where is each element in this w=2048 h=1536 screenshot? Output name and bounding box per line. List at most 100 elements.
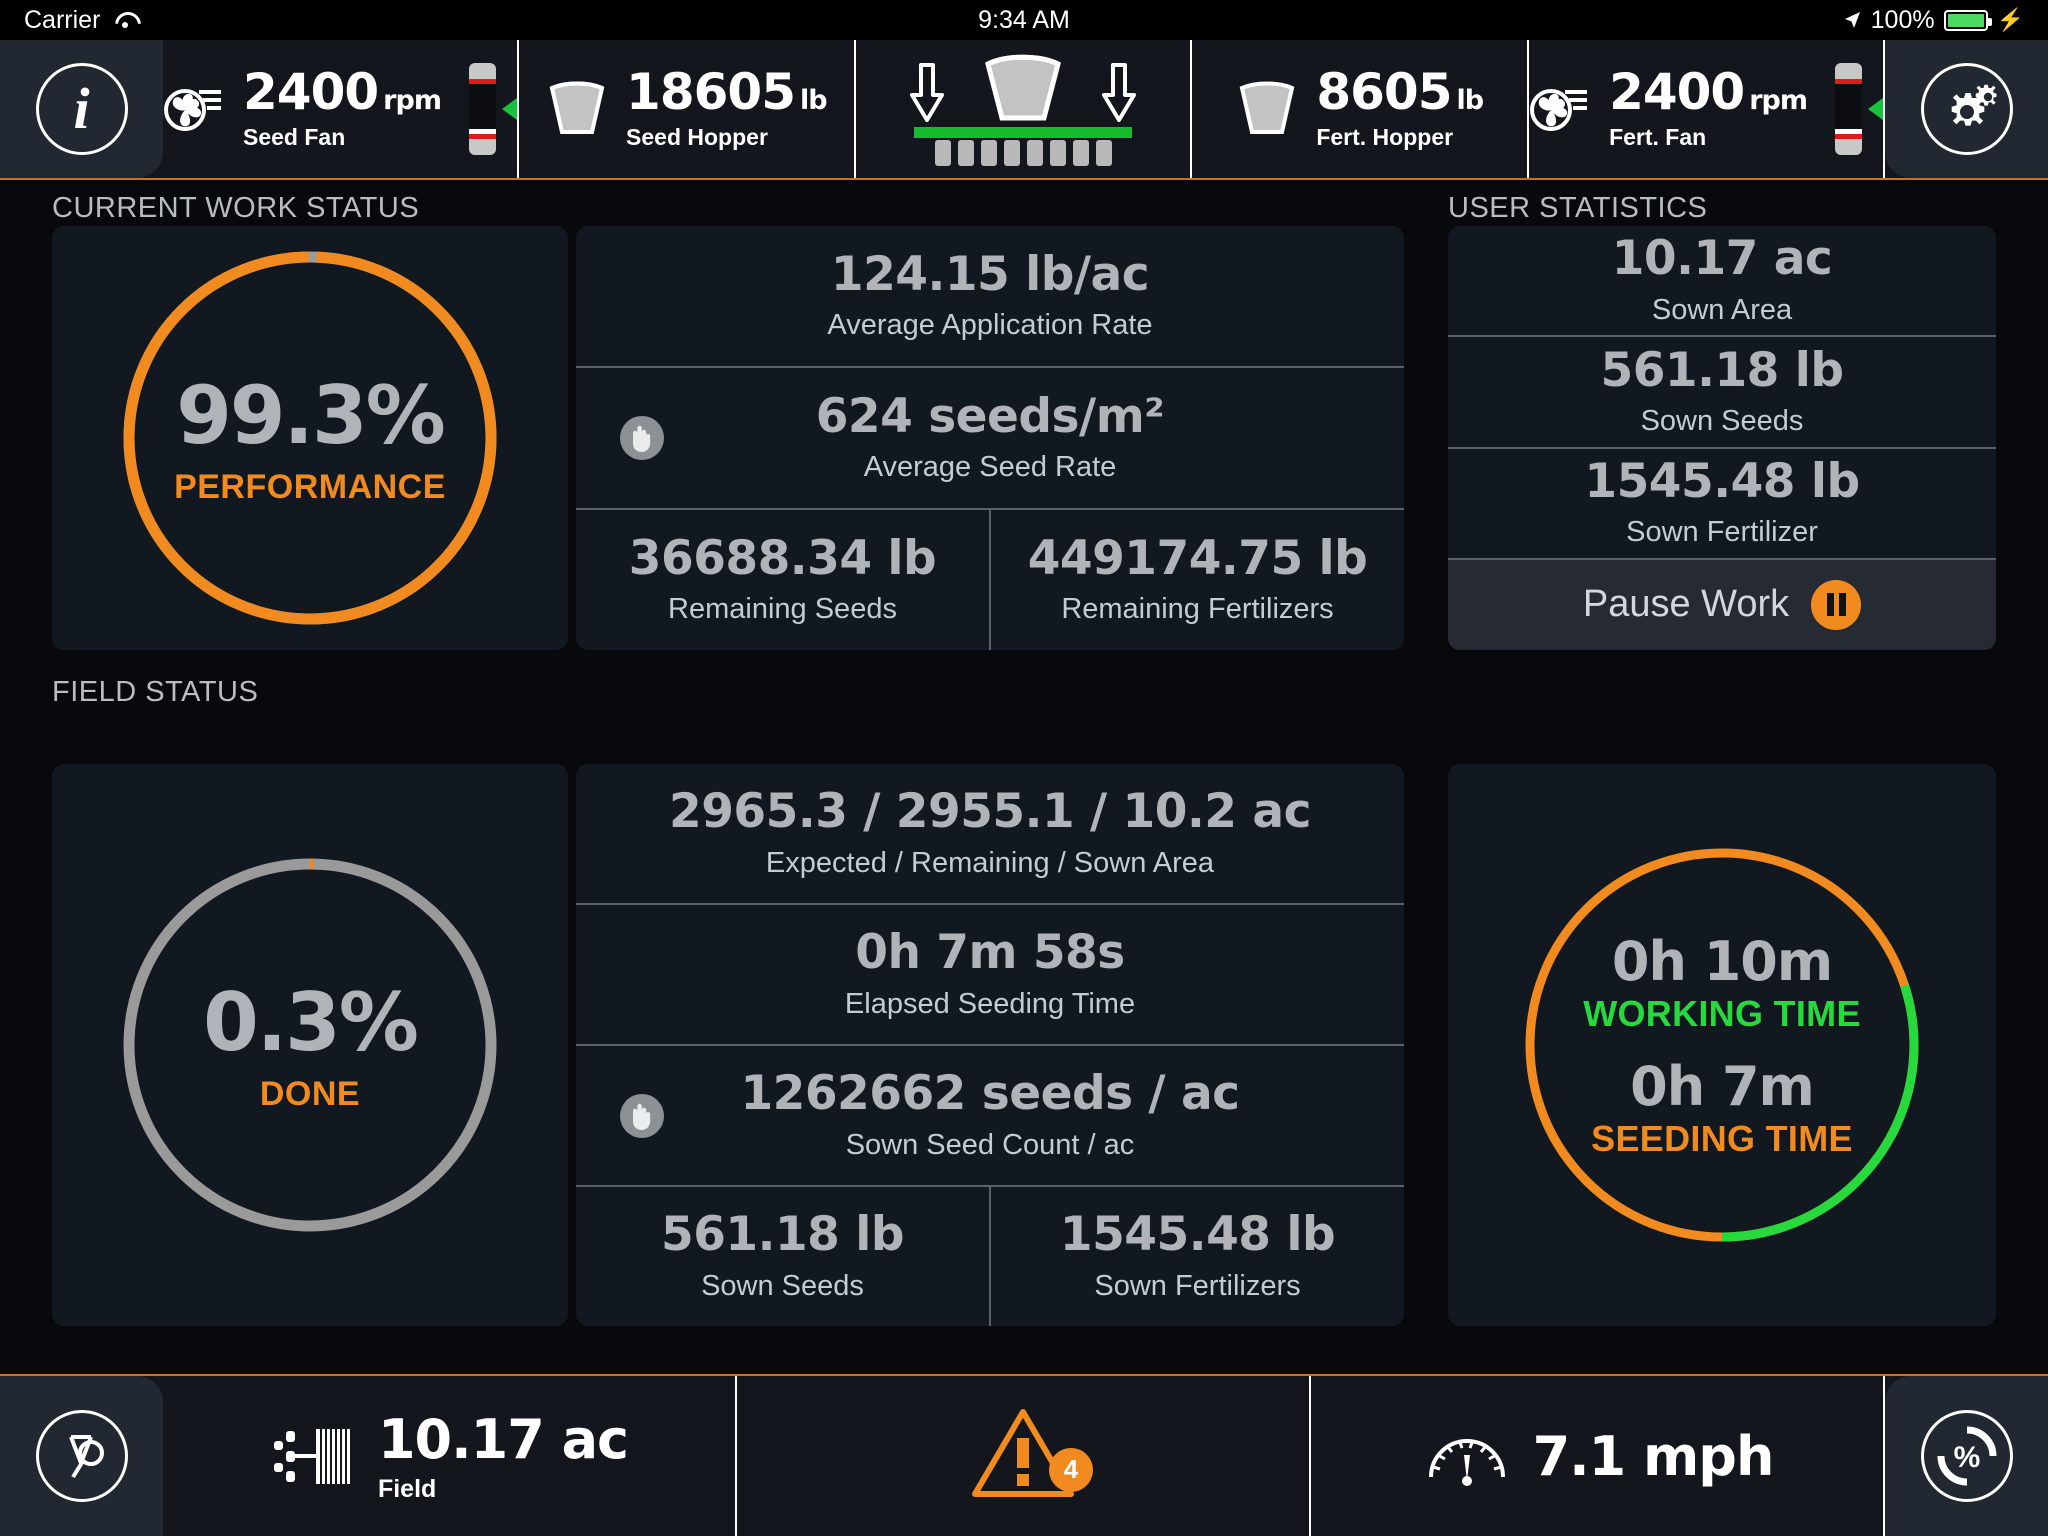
fert-fan-gauge: [1825, 63, 1884, 155]
remaining-fertilizers-label: Remaining Fertilizers: [1061, 593, 1334, 626]
remaining-seeds-value: 36688.34 lb: [628, 530, 937, 586]
average-application-rate-label: Average Application Rate: [827, 309, 1153, 342]
average-application-rate-value: 124.15 lb/ac: [830, 246, 1150, 302]
battery-icon: [1943, 9, 1992, 31]
user-sown-seeds-label: Sown Seeds: [1640, 405, 1804, 438]
field-status-title: FIELD STATUS: [52, 676, 259, 708]
performance-label: PERFORMANCE: [174, 468, 446, 506]
remaining-fertilizers-value: 449174.75 lb: [1027, 530, 1368, 586]
field-value: 10.17 ac: [377, 1408, 629, 1471]
field-stats-panel: 2965.3 / 2955.1 / 10.2 ac Expected / Rem…: [576, 764, 1404, 1326]
stat-row-areas[interactable]: 2965.3 / 2955.1 / 10.2 ac Expected / Rem…: [576, 764, 1404, 903]
settings-button[interactable]: [1885, 40, 2048, 178]
info-button[interactable]: i: [0, 40, 163, 178]
user-sown-area-value: 10.17 ac: [1611, 231, 1833, 287]
speedometer-icon: [1428, 1439, 1505, 1486]
field-done-ring-text: 0.3% DONE: [119, 976, 501, 1114]
working-time-label: WORKING TIME: [1583, 993, 1861, 1034]
field-done-panel[interactable]: 0.3% DONE: [52, 764, 568, 1326]
seed-fan-label: Seed Fan: [243, 124, 346, 150]
seed-row-bar: [914, 127, 1132, 166]
fan-icon: [164, 89, 221, 131]
remaining-seeds-label: Remaining Seeds: [668, 593, 897, 626]
toolbar-cell-seed-hopper[interactable]: 18605 lb Seed Hopper: [518, 40, 856, 178]
toolbar-cell-seeding-indicator[interactable]: [855, 40, 1193, 178]
implement-icon: [273, 1429, 350, 1484]
field-status-section: 0.3% DONE 2965.3 / 2955.1 / 10.2 ac Expe…: [52, 764, 1404, 1326]
seed-fan-gauge: [459, 63, 517, 155]
bottom-cell-field[interactable]: 10.17 ac Field: [163, 1376, 737, 1536]
seed-fan-readout: 2400 rpm Seed Fan: [243, 63, 442, 151]
warning-wrapper: 4: [967, 1404, 1093, 1509]
user-stat-sown-area[interactable]: 10.17 ac Sown Area: [1448, 226, 1996, 335]
field-readout: 10.17 ac Field: [377, 1408, 629, 1504]
status-bar-right: 100% ⚡: [1842, 6, 2024, 35]
remaining-fertilizers-cell[interactable]: 449174.75 lb Remaining Fertilizers: [989, 510, 1404, 650]
user-sown-seeds-value: 561.18 lb: [1600, 342, 1844, 398]
expected-remaining-sown-value: 2965.3 / 2955.1 / 10.2 ac: [669, 784, 1311, 840]
fan-icon: [1530, 89, 1588, 131]
toolbar-cell-fert-fan[interactable]: 2400 rpm Fert. Fan: [1529, 40, 1886, 178]
bottom-cell-speed[interactable]: 7.1 mph: [1311, 1376, 1885, 1536]
user-statistics-panel: 10.17 ac Sown Area 561.18 lb Sown Seeds …: [1448, 226, 1996, 650]
lightning-bolt-icon: ⚡: [1996, 7, 2024, 32]
info-icon: i: [35, 63, 128, 155]
sown-seeds-value: 561.18 lb: [661, 1207, 904, 1263]
working-time-ring: 0h 10m WORKING TIME 0h 7m SEEDING TIME: [1520, 843, 1924, 1247]
working-time-value: 0h 10m: [1611, 930, 1833, 993]
working-time-panel[interactable]: 0h 10m WORKING TIME 0h 7m SEEDING TIME: [1448, 764, 1996, 1326]
fert-hopper-value: 8605 lb: [1316, 63, 1484, 121]
seed-hopper-value: 18605 lb: [626, 63, 828, 121]
field-done-label: DONE: [259, 1075, 361, 1113]
working-time-ring-text: 0h 10m WORKING TIME 0h 7m SEEDING TIME: [1520, 930, 1924, 1160]
hopper-icon: [1240, 81, 1295, 134]
performance-panel[interactable]: 99.3% PERFORMANCE: [52, 226, 568, 650]
bottom-cell-alarms[interactable]: 4: [737, 1376, 1311, 1536]
stat-row-seed-count[interactable]: 1262662 seeds / ac Sown Seed Count / ac: [576, 1044, 1404, 1185]
hopper-icon: [985, 54, 1061, 121]
performance-ring: 99.3% PERFORMANCE: [119, 247, 501, 629]
alarm-count-badge: 4: [1049, 1447, 1093, 1492]
arrow-down-right-icon: [1102, 63, 1136, 122]
field-done-ring: 0.3% DONE: [119, 854, 501, 1236]
remaining-seeds-cell[interactable]: 36688.34 lb Remaining Seeds: [576, 510, 989, 650]
fert-fan-readout: 2400 rpm Fert. Fan: [1609, 67, 1808, 151]
stat-row-elapsed[interactable]: 0h 7m 58s Elapsed Seeding Time: [576, 903, 1404, 1044]
speed-value: 7.1 mph: [1532, 1424, 1775, 1488]
gears-icon: [1920, 63, 2013, 155]
seed-fan-value: 2400 rpm: [243, 63, 442, 121]
toolbar-cell-fert-hopper[interactable]: 8605 lb Fert. Hopper: [1192, 40, 1530, 178]
main-content: CURRENT WORK STATUS 99.3% PERFORMANCE 12…: [0, 182, 2048, 1374]
sown-seed-count-label: Sown Seed Count / ac: [845, 1128, 1135, 1161]
fert-fan-label: Fert. Fan: [1609, 124, 1707, 150]
top-toolbar: i 2400 rpm Seed Fan 18605 lb Seed Hopper…: [0, 40, 2048, 180]
seeding-time-value: 0h 7m: [1630, 1055, 1815, 1118]
user-stat-sown-fertilizer[interactable]: 1545.48 lb Sown Fertilizer: [1448, 446, 1996, 558]
stat-row-sown: 561.18 lb Sown Seeds 1545.48 lb Sown Fer…: [576, 1185, 1404, 1326]
sown-seeds-label: Sown Seeds: [701, 1269, 864, 1302]
user-stat-sown-seeds[interactable]: 561.18 lb Sown Seeds: [1448, 335, 1996, 446]
sown-seed-count-value: 1262662 seeds / ac: [740, 1066, 1240, 1122]
fert-hopper-readout: 8605 lb Fert. Hopper: [1316, 63, 1484, 151]
stat-row-app-rate[interactable]: 124.15 lb/ac Average Application Rate: [576, 226, 1404, 366]
hand-icon: [620, 416, 664, 460]
percent-circle-icon: %: [1920, 1410, 2013, 1502]
arrow-down-left-icon: [910, 63, 944, 122]
sown-seeds-cell[interactable]: 561.18 lb Sown Seeds: [576, 1187, 989, 1326]
performance-ring-text: 99.3% PERFORMANCE: [119, 369, 501, 507]
elapsed-seeding-time-value: 0h 7m 58s: [855, 925, 1125, 981]
headland-button[interactable]: [0, 1376, 163, 1536]
toolbar-cell-seed-fan[interactable]: 2400 rpm Seed Fan: [163, 40, 519, 178]
sown-fertilizers-label: Sown Fertilizers: [1094, 1269, 1301, 1302]
pause-work-label: Pause Work: [1582, 583, 1790, 626]
gauge-pointer-icon: [501, 98, 517, 120]
performance-value: 99.3%: [176, 369, 446, 462]
pause-work-button[interactable]: Pause Work: [1448, 557, 1996, 650]
stat-row-remaining: 36688.34 lb Remaining Seeds 449174.75 lb…: [576, 508, 1404, 650]
seeding-time-label: SEEDING TIME: [1591, 1118, 1853, 1159]
stat-row-seed-rate[interactable]: 624 seeds/m² Average Seed Rate: [576, 366, 1404, 508]
sown-fertilizers-cell[interactable]: 1545.48 lb Sown Fertilizers: [989, 1187, 1404, 1326]
seeding-bar-icon: [856, 52, 1191, 166]
user-sown-fertilizer-value: 1545.48 lb: [1584, 454, 1860, 510]
percent-button[interactable]: %: [1885, 1376, 2048, 1536]
